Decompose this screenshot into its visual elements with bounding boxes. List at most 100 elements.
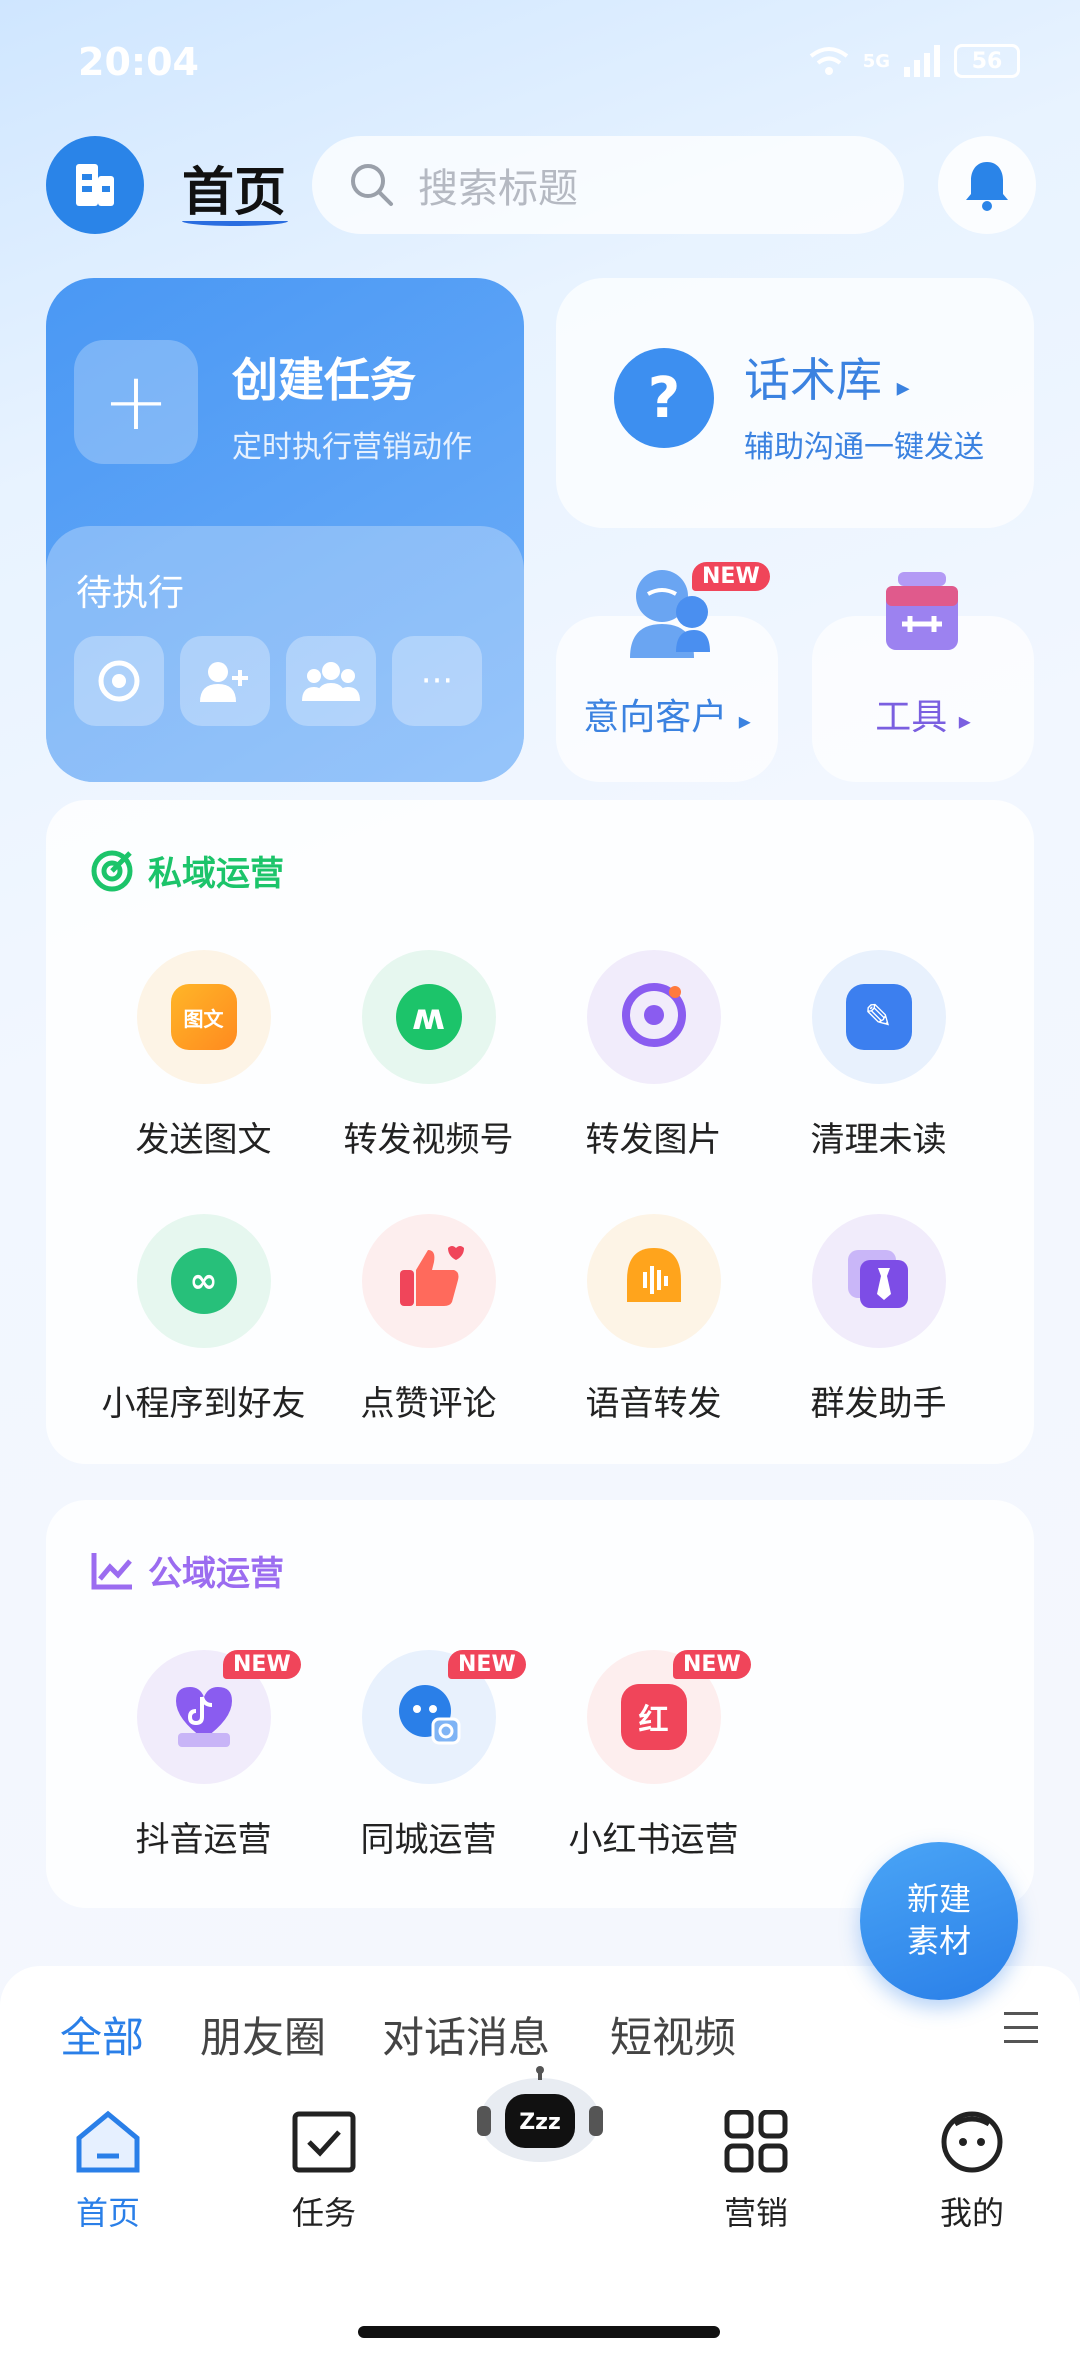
broom-icon: ✎ (845, 984, 912, 1050)
nav-home-label: 首页 (75, 2194, 140, 2232)
grid-item-xiaohongshu-ops[interactable]: 红 小红书运营 NEW (541, 1650, 766, 1861)
tab-chat-messages[interactable]: 对话消息 (382, 2004, 550, 2065)
grid-item-label: 转发图片 (585, 1120, 722, 1160)
arrow-right-icon: ▸ (738, 707, 751, 735)
grid-item-label: 转发视频号 (343, 1120, 514, 1160)
trend-chart-icon (91, 1552, 132, 1589)
script-library-title-text: 话术库 (744, 353, 882, 407)
script-library-card[interactable]: ? 话术库 ▸ 辅助沟通一键发送 (556, 278, 1034, 528)
profile-face-icon (941, 2111, 1003, 2173)
nav-marketing-label: 营销 (723, 2194, 788, 2232)
new-badge: NEW (692, 562, 770, 591)
grid-item-clear-unread[interactable]: ✎ 清理未读 (766, 950, 991, 1161)
pending-panel: 待执行 ··· (46, 526, 524, 782)
fab-line1: 新建 (906, 1880, 971, 1918)
search-icon (351, 164, 393, 206)
page-title: 首页 (182, 163, 287, 223)
new-badge: NEW (223, 1650, 301, 1679)
grid-item-send-image-text[interactable]: 图文 发送图文 (91, 950, 316, 1161)
status-time: 20:04 (78, 40, 199, 84)
grid-item-label: 小程序到好友 (101, 1384, 306, 1424)
search-bar[interactable]: 搜索标题 (312, 136, 904, 234)
question-icon: ? (614, 348, 714, 448)
grid-item-label: 小红书运营 (568, 1820, 739, 1860)
wifi-icon (809, 47, 848, 75)
channels-icon: ʍ (395, 984, 462, 1050)
grid-item-like-comment[interactable]: 点赞评论 (316, 1214, 541, 1425)
intent-customer-text: 意向客户 (583, 697, 728, 738)
status-icons: 5G 56 (809, 44, 1020, 78)
nav-tasks[interactable]: 任务 (244, 2110, 404, 2234)
grid-item-label: 群发助手 (810, 1384, 947, 1424)
building-icon (76, 164, 114, 206)
signal-icon (904, 45, 940, 77)
shutter-icon[interactable] (74, 636, 164, 726)
arrow-right-icon: ▸ (896, 373, 910, 403)
battery-level: 56 (971, 48, 1003, 74)
douyin-icon (168, 1679, 240, 1755)
grid-item-label: 同城运营 (360, 1820, 497, 1860)
intent-customer-label: 意向客户 ▸ (556, 688, 778, 740)
grid-item-forward-channels[interactable]: ʍ 转发视频号 (316, 950, 541, 1161)
tab-all[interactable]: 全部 (60, 2004, 144, 2065)
bell-icon (966, 162, 1008, 211)
create-task-title: 创建任务 (232, 353, 416, 407)
tab-moments[interactable]: 朋友圈 (200, 2004, 326, 2065)
pending-label: 待执行 (76, 573, 185, 614)
nav-marketing[interactable]: 营销 (676, 2109, 836, 2234)
grid-item-forward-images[interactable]: 转发图片 (541, 950, 766, 1161)
more-icon[interactable]: ··· (392, 636, 482, 726)
grid-item-voice-forward[interactable]: 语音转发 (541, 1214, 766, 1425)
create-task-card[interactable]: + 创建任务 定时执行营销动作 待执行 ··· (46, 278, 524, 782)
private-ops-header: 私域运营 (90, 846, 284, 895)
grid-item-label: 抖音运营 (135, 1820, 272, 1860)
camera-shutter-icon (619, 980, 689, 1054)
nav-home[interactable]: 首页 (28, 2110, 188, 2234)
home-indicator[interactable] (358, 2326, 720, 2338)
battery-icon: 56 (954, 44, 1020, 78)
thumbs-up-icon (394, 1244, 464, 1318)
menu-icon[interactable] (1004, 2012, 1038, 2054)
toolbox-icon (882, 570, 962, 658)
robot-sleep-icon: Zzz (477, 2066, 603, 2162)
task-check-icon (292, 2111, 356, 2173)
grid-item-miniprogram-to-friend[interactable]: ∞ 小程序到好友 (91, 1214, 316, 1425)
grid-item-label: 清理未读 (810, 1120, 947, 1160)
app-logo[interactable] (46, 136, 144, 234)
private-ops-section: 私域运营 图文 发送图文 ʍ 转发视频号 转发图片 ✎ 清理未读 ∞ 小程序到好… (46, 800, 1034, 1464)
local-chat-icon (393, 1679, 465, 1755)
add-friend-icon[interactable] (180, 636, 270, 726)
target-icon (91, 850, 133, 891)
nav-robot[interactable]: Zzz (460, 2066, 620, 2170)
private-ops-title: 私域运营 (148, 854, 284, 894)
public-ops-title: 公域运营 (148, 1554, 284, 1594)
grid-item-local-ops[interactable]: 同城运营 NEW (316, 1650, 541, 1861)
notification-button[interactable] (938, 136, 1036, 234)
new-material-button[interactable]: 新建 素材 (860, 1842, 1018, 2000)
voice-icon (619, 1244, 689, 1318)
grid-item-label: 点赞评论 (360, 1384, 497, 1424)
robot-sleep-text: Zzz (519, 2110, 561, 2135)
public-ops-section: 公域运营 抖音运营 NEW 同城运营 NEW 红 小红书运营 NEW (46, 1500, 1034, 1908)
group-icon[interactable] (286, 636, 376, 726)
new-badge: NEW (673, 1650, 751, 1679)
nav-mine[interactable]: 我的 (892, 2110, 1052, 2234)
script-library-title: 话术库 ▸ (744, 344, 910, 410)
create-task-subtitle: 定时执行营销动作 (232, 430, 472, 465)
new-badge: NEW (448, 1650, 526, 1679)
title-underline (182, 216, 288, 226)
network-label: 5G (862, 50, 890, 72)
image-text-icon: 图文 (170, 984, 237, 1050)
plus-icon: + (74, 340, 198, 464)
grid-item-label: 语音转发 (585, 1384, 722, 1424)
miniprogram-icon: ∞ (170, 1248, 237, 1314)
grid-apps-icon (724, 2109, 788, 2173)
grid-item-mass-send-assistant[interactable]: 群发助手 (766, 1214, 991, 1425)
script-library-subtitle: 辅助沟通一键发送 (744, 430, 984, 465)
home-icon (76, 2110, 140, 2173)
nav-mine-label: 我的 (939, 2194, 1004, 2232)
bottom-nav: 首页 任务 Zzz 营销 我的 (0, 2066, 1080, 2362)
grid-item-label: 发送图文 (135, 1120, 272, 1160)
grid-item-douyin-ops[interactable]: 抖音运营 NEW (91, 1650, 316, 1861)
tab-short-video[interactable]: 短视频 (610, 2004, 736, 2065)
